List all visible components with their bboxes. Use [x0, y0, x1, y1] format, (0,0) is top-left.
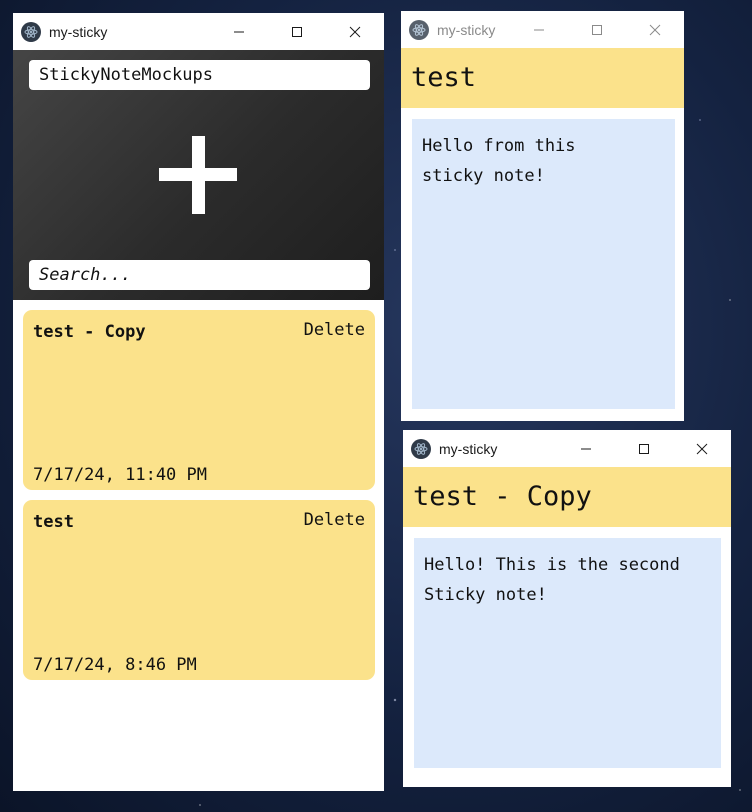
sticky-note-title[interactable]: test - Copy: [403, 467, 731, 527]
note-card-title: test - Copy: [33, 322, 146, 342]
window-title: my-sticky: [437, 21, 496, 38]
sticky-window-test-copy: my-sticky test - Copy Hello! This is the…: [403, 430, 731, 787]
sticky-titlebar[interactable]: my-sticky: [401, 11, 684, 48]
minimize-button[interactable]: [557, 430, 615, 467]
maximize-button[interactable]: [268, 13, 326, 50]
minimize-icon: [534, 29, 544, 30]
maximize-icon: [292, 26, 302, 37]
electron-atom-icon: [411, 438, 431, 459]
window-title: my-sticky: [439, 440, 498, 457]
minimize-button[interactable]: [210, 13, 268, 50]
delete-button[interactable]: Delete: [304, 320, 365, 340]
close-button[interactable]: [626, 11, 684, 48]
header-panel: StickyNoteMockups: [13, 50, 384, 300]
close-icon: [696, 443, 708, 454]
main-window: my-sticky StickyNoteMockups test - Copy …: [13, 13, 384, 791]
maximize-button[interactable]: [615, 430, 673, 467]
minimize-icon: [234, 31, 244, 32]
note-card-title: test: [33, 512, 74, 532]
sticky-titlebar[interactable]: my-sticky: [403, 430, 731, 467]
maximize-button[interactable]: [568, 11, 626, 48]
search-input[interactable]: [29, 260, 370, 290]
main-titlebar[interactable]: my-sticky: [13, 13, 384, 50]
minimize-button[interactable]: [510, 11, 568, 48]
maximize-icon: [639, 443, 649, 454]
sticky-note-body[interactable]: Hello from this sticky note!: [412, 119, 675, 409]
close-button[interactable]: [673, 430, 731, 467]
add-note-button[interactable]: [153, 130, 243, 220]
sticky-note-title[interactable]: test: [401, 48, 684, 108]
app-name-label: StickyNoteMockups: [29, 60, 370, 90]
close-icon: [349, 26, 361, 37]
note-card[interactable]: test Delete 7/17/24, 8:46 PM: [23, 500, 375, 680]
note-card-date: 7/17/24, 11:40 PM: [33, 465, 207, 485]
delete-button[interactable]: Delete: [304, 510, 365, 530]
sticky-window-test: my-sticky test Hello from this sticky no…: [401, 11, 684, 421]
note-list: test - Copy Delete 7/17/24, 11:40 PM tes…: [23, 310, 375, 690]
close-icon: [649, 24, 661, 35]
maximize-icon: [592, 24, 602, 35]
electron-atom-icon: [409, 19, 429, 40]
close-button[interactable]: [326, 13, 384, 50]
note-card-date: 7/17/24, 8:46 PM: [33, 655, 197, 675]
note-card[interactable]: test - Copy Delete 7/17/24, 11:40 PM: [23, 310, 375, 490]
window-title: my-sticky: [49, 23, 108, 40]
minimize-icon: [581, 448, 591, 449]
electron-atom-icon: [21, 21, 41, 42]
sticky-note-body[interactable]: Hello! This is the second Sticky note!: [414, 538, 721, 768]
